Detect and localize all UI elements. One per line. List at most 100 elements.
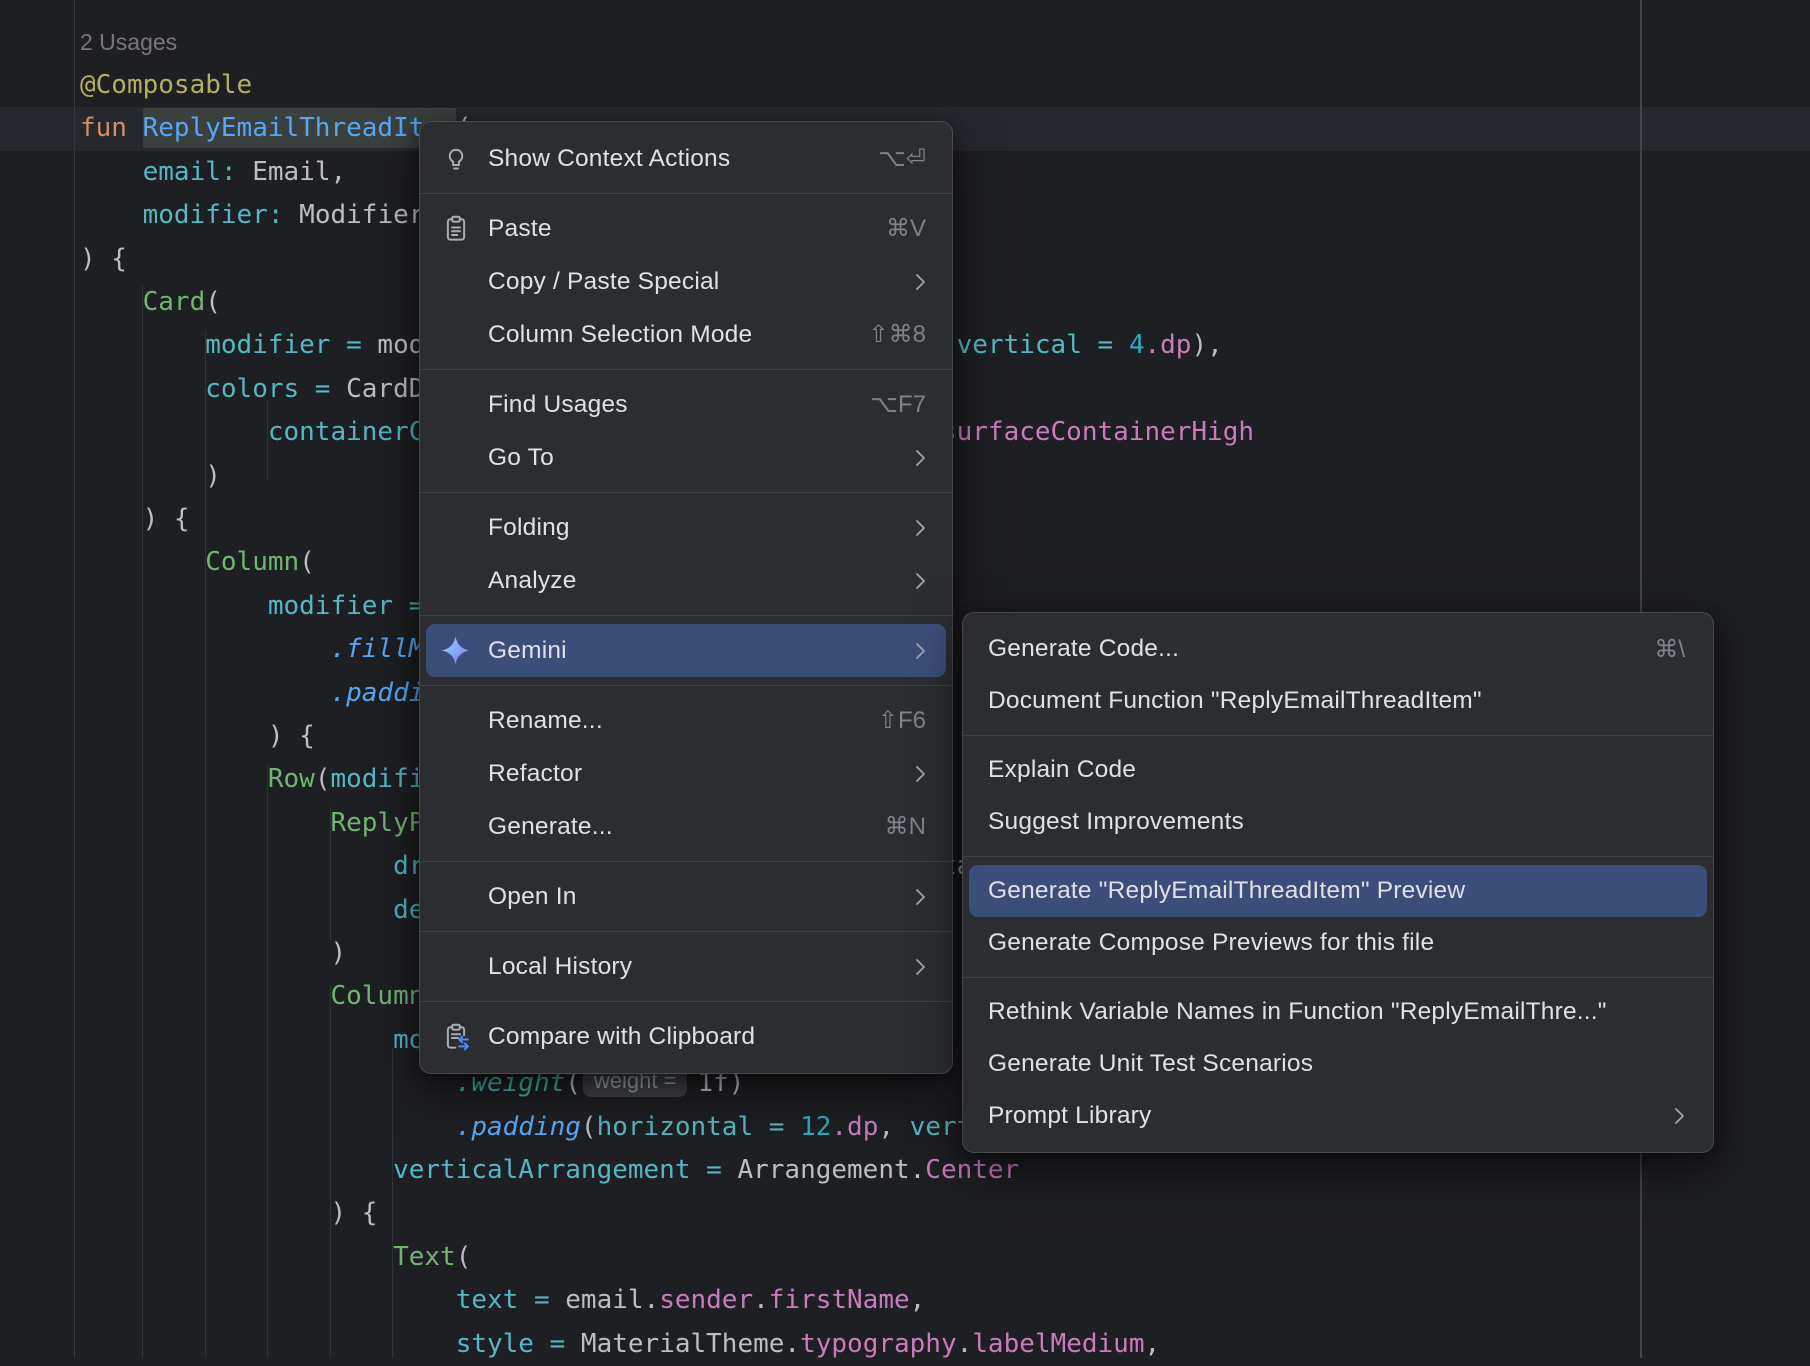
code-token: (	[205, 287, 221, 317]
code-token: ) {	[80, 721, 315, 751]
menu-item-local-history[interactable]: Local History	[426, 940, 946, 993]
menu-separator	[420, 615, 952, 616]
code-line: 2 Usages	[80, 21, 177, 64]
code-token	[80, 1285, 456, 1315]
menu-item-refactor[interactable]: Refactor	[426, 747, 946, 800]
menu-item-shortcut: ⌥F7	[846, 390, 926, 419]
menu-item-label: Folding	[488, 514, 570, 542]
code-token: Arrangement.	[737, 1155, 925, 1185]
menu-item-suggest-improvements[interactable]: Suggest Improvements	[969, 796, 1707, 848]
code-token	[80, 591, 268, 621]
code-token: typography	[800, 1329, 957, 1359]
code-line: Text(	[80, 1236, 471, 1279]
menu-separator	[963, 977, 1713, 978]
code-token: 2 Usages	[80, 29, 177, 55]
menu-separator	[420, 193, 952, 194]
menu-item-generate-code[interactable]: Generate Code...⌘\	[969, 623, 1707, 675]
code-token	[80, 1025, 393, 1055]
code-token: email:	[143, 157, 253, 187]
menu-item-label: Prompt Library	[988, 1102, 1151, 1130]
menu-item-gemini[interactable]: Gemini	[426, 624, 946, 677]
code-token	[80, 808, 330, 838]
menu-item-analyze[interactable]: Analyze	[426, 554, 946, 607]
menu-item-copy-paste-special[interactable]: Copy / Paste Special	[426, 255, 946, 308]
menu-item-folding[interactable]: Folding	[426, 501, 946, 554]
code-token: Text	[393, 1242, 456, 1272]
menu-item-generate-unit-test-scenarios[interactable]: Generate Unit Test Scenarios	[969, 1038, 1707, 1090]
menu-item-prompt-library[interactable]: Prompt Library	[969, 1090, 1707, 1142]
code-token: labelMedium	[972, 1329, 1144, 1359]
menu-item-paste[interactable]: Paste⌘V	[426, 202, 946, 255]
submenu-arrow-icon	[891, 888, 926, 906]
menu-item-label: Compare with Clipboard	[488, 1023, 755, 1051]
menu-item-find-usages[interactable]: Find Usages⌥F7	[426, 378, 946, 431]
menu-item-compare-with-clipboard[interactable]: Compare with Clipboard	[426, 1010, 946, 1063]
menu-item-label: Go To	[488, 444, 554, 472]
menu-item-show-context-actions[interactable]: Show Context Actions⌥⏎	[426, 132, 946, 185]
code-token: colors =	[205, 374, 346, 404]
menu-item-shortcut: ⌥⏎	[854, 144, 926, 173]
code-line: Column(	[80, 975, 440, 1018]
code-token: .dp	[1144, 330, 1191, 360]
code-token	[80, 764, 268, 794]
code-token: firstName	[769, 1285, 910, 1315]
empty-icon	[440, 389, 471, 420]
code-token	[80, 1068, 456, 1098]
code-token	[80, 157, 143, 187]
menu-item-shortcut: ⌘V	[862, 214, 926, 243]
code-token: ) {	[80, 244, 127, 274]
submenu-arrow-icon	[891, 958, 926, 976]
menu-item-label: Refactor	[488, 760, 582, 788]
code-token: ) {	[80, 1198, 377, 1228]
code-token: ,	[1144, 1329, 1160, 1359]
code-token	[80, 895, 393, 925]
menu-item-open-in[interactable]: Open In	[426, 870, 946, 923]
menu-item-shortcut: ⌘N	[861, 812, 926, 841]
code-token: fun	[80, 113, 143, 143]
code-token: .	[957, 1329, 973, 1359]
menu-item-generate[interactable]: Generate...⌘N	[426, 800, 946, 853]
code-line: ) {	[80, 498, 190, 541]
code-token	[80, 981, 330, 1011]
lightbulb-icon	[440, 143, 471, 174]
code-token	[80, 374, 205, 404]
menu-item-label: Document Function "ReplyEmailThreadItem"	[988, 687, 1482, 715]
menu-separator	[420, 492, 952, 493]
code-token: )	[80, 938, 346, 968]
menu-item-go-to[interactable]: Go To	[426, 431, 946, 484]
code-line: Card(	[80, 281, 221, 324]
menu-item-label: Suggest Improvements	[988, 808, 1244, 836]
menu-item-explain-code[interactable]: Explain Code	[969, 744, 1707, 796]
menu-item-generate-replyemailthreaditem-preview[interactable]: Generate "ReplyEmailThreadItem" Preview	[969, 865, 1707, 917]
code-token	[80, 678, 330, 708]
menu-item-column-selection-mode[interactable]: Column Selection Mode⇧⌘8	[426, 308, 946, 361]
menu-item-rename[interactable]: Rename...⇧F6	[426, 694, 946, 747]
menu-item-document-function-replyemailthreaditem[interactable]: Document Function "ReplyEmailThreadItem"	[969, 675, 1707, 727]
menu-item-shortcut: ⇧⌘8	[845, 320, 926, 349]
submenu-arrow-icon	[891, 642, 926, 660]
menu-item-label: Open In	[488, 883, 577, 911]
code-line: email: Email,	[80, 151, 346, 194]
code-token: modifier =	[205, 330, 377, 360]
menu-item-generate-compose-previews-for-this-file[interactable]: Generate Compose Previews for this file	[969, 917, 1707, 969]
code-line: ) {	[80, 715, 315, 758]
menu-item-label: Generate "ReplyEmailThreadItem" Preview	[988, 877, 1465, 905]
empty-icon	[440, 266, 471, 297]
gemini-submenu: Generate Code...⌘\ Document Function "Rep…	[962, 612, 1714, 1153]
empty-icon	[440, 881, 471, 912]
menu-item-shortcut: ⌘\	[1630, 635, 1685, 664]
code-token	[80, 1329, 456, 1359]
code-token: 12	[800, 1112, 831, 1142]
submenu-arrow-icon	[1650, 1107, 1685, 1125]
ide-screenshot: { "app": {"context": "code-editor-right-…	[0, 0, 1810, 1358]
code-token: Email,	[252, 157, 346, 187]
code-line: style = MaterialTheme.typography.labelMe…	[80, 1323, 1160, 1366]
code-token: modifier =	[268, 591, 440, 621]
menu-item-rethink-variable-names-in-function-replyemailthre[interactable]: Rethink Variable Names in Function "Repl…	[969, 986, 1707, 1038]
code-token: MaterialTheme.	[581, 1329, 800, 1359]
menu-item-label: Copy / Paste Special	[488, 268, 719, 296]
code-token: ReplyEmailThreadItem	[143, 108, 456, 148]
submenu-arrow-icon	[891, 449, 926, 467]
code-line: text = email.sender.firstName,	[80, 1279, 925, 1322]
submenu-arrow-icon	[891, 765, 926, 783]
